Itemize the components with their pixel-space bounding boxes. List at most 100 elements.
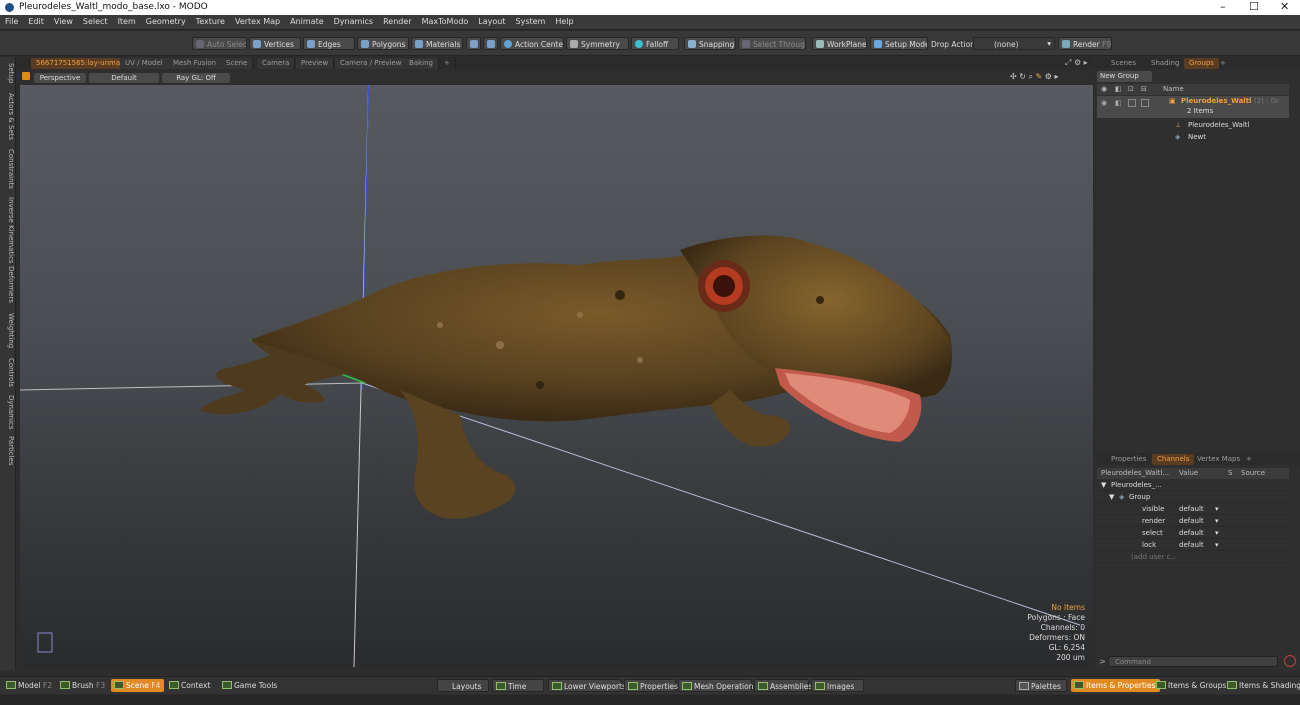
layouts-button[interactable]: Layouts bbox=[437, 679, 489, 692]
tab-uv-model[interactable]: UV / Model bbox=[120, 58, 169, 69]
workplane-button[interactable]: WorkPlane bbox=[812, 37, 867, 50]
minimize-button[interactable]: – bbox=[1220, 0, 1226, 13]
tab-groups[interactable]: Groups bbox=[1184, 58, 1219, 69]
falloff-button[interactable]: Falloff bbox=[631, 37, 679, 50]
menu-file[interactable]: File bbox=[0, 15, 23, 26]
game-tools-tab[interactable]: Game Tools bbox=[219, 679, 281, 692]
expand-arrow-icon[interactable]: ▼ bbox=[1101, 481, 1106, 489]
tab-vertex-maps[interactable]: Vertex Maps bbox=[1192, 454, 1245, 465]
menu-layout[interactable]: Layout bbox=[473, 15, 510, 26]
menu-view[interactable]: View bbox=[49, 15, 78, 26]
menu-dynamics[interactable]: Dynamics bbox=[329, 15, 378, 26]
channel-tree-group[interactable]: ▼ ◈ Group bbox=[1097, 491, 1289, 503]
channel-row[interactable]: render default ▾ bbox=[1097, 515, 1289, 527]
expand-arrow-icon[interactable]: ▼ bbox=[1109, 493, 1114, 501]
tab-dynamics[interactable]: Dynamics bbox=[1, 395, 15, 430]
3d-viewport[interactable]: No Items Polygons : Face Channels: 0 Def… bbox=[20, 85, 1093, 667]
tab-scenes[interactable]: Scenes bbox=[1106, 58, 1141, 69]
tab-constraints[interactable]: Constraints bbox=[1, 149, 15, 189]
model-tab[interactable]: Model F2 bbox=[3, 679, 56, 692]
tab-particles[interactable]: Particles bbox=[1, 435, 15, 467]
menu-edit[interactable]: Edit bbox=[23, 15, 49, 26]
materials-button[interactable]: Materials bbox=[411, 37, 463, 50]
tab-baking[interactable]: Baking bbox=[404, 58, 439, 69]
tab-inverse-kinematics[interactable]: Inverse Kinematics bbox=[1, 197, 15, 264]
items-properties-tab[interactable]: Items & Properties bbox=[1071, 679, 1160, 692]
setup-mode-button[interactable]: Setup Mode bbox=[870, 37, 928, 50]
channel-tree-root[interactable]: ▼ Pleurodeles_... bbox=[1097, 479, 1289, 491]
menu-help[interactable]: Help bbox=[550, 15, 578, 26]
group-child-row[interactable]: ◈ Newt bbox=[1097, 131, 1289, 143]
items-shading-tab[interactable]: Items & Shading bbox=[1224, 679, 1300, 692]
add-tab-button[interactable]: + bbox=[1215, 58, 1231, 69]
tab-properties[interactable]: Properties bbox=[1106, 454, 1151, 465]
shading-button[interactable]: Default bbox=[89, 73, 159, 83]
menu-render[interactable]: Render bbox=[378, 15, 416, 26]
drop-action-select[interactable]: (none) ▾ bbox=[973, 37, 1055, 50]
menu-system[interactable]: System bbox=[511, 15, 551, 26]
chevron-down-icon[interactable]: ▾ bbox=[1215, 505, 1219, 513]
mesh-operations-button[interactable]: Mesh Operations bbox=[678, 679, 757, 692]
group-child-row[interactable]: ⊥ Pleurodeles_Waltl bbox=[1097, 119, 1289, 131]
tab-mesh-fusion[interactable]: Mesh Fusion bbox=[168, 58, 223, 69]
scene-tab[interactable]: Scene F4 bbox=[111, 679, 165, 692]
chevron-down-icon[interactable]: ▾ bbox=[1215, 517, 1219, 525]
menu-texture[interactable]: Texture bbox=[191, 15, 230, 26]
mode-toggle-b[interactable] bbox=[483, 37, 498, 50]
tab-controls[interactable]: Controls bbox=[1, 357, 15, 387]
add-tab-button[interactable]: + bbox=[1241, 454, 1257, 465]
command-input[interactable]: Command bbox=[1108, 656, 1278, 667]
add-user-channel-row[interactable]: (add user c... bbox=[1097, 551, 1289, 563]
channel-value[interactable]: default bbox=[1179, 505, 1204, 513]
auto-select-button[interactable]: Auto Select bbox=[192, 37, 247, 50]
items-groups-tab[interactable]: Items & Groups bbox=[1153, 679, 1230, 692]
new-group-button[interactable]: New Group bbox=[1097, 71, 1152, 82]
time-button[interactable]: Time bbox=[492, 679, 544, 692]
add-tab-button[interactable]: + bbox=[439, 58, 456, 69]
view-type-button[interactable]: Perspective bbox=[34, 73, 86, 83]
record-icon[interactable] bbox=[1284, 655, 1296, 667]
mode-toggle-a[interactable] bbox=[466, 37, 481, 50]
symmetry-button[interactable]: Symmetry bbox=[566, 37, 629, 50]
lock-toggle[interactable] bbox=[1128, 99, 1136, 107]
menu-item[interactable]: Item bbox=[113, 15, 141, 26]
palettes-button[interactable]: Palettes bbox=[1015, 679, 1067, 692]
viewport-menu-icon[interactable] bbox=[22, 72, 30, 80]
tab-weighting[interactable]: Weighting bbox=[1, 313, 15, 349]
select-toggle[interactable] bbox=[1141, 99, 1149, 107]
channel-value[interactable]: default bbox=[1179, 517, 1204, 525]
tab-shading[interactable]: Shading bbox=[1146, 58, 1184, 69]
tab-actors-sets[interactable]: Actors & Sets bbox=[1, 93, 15, 140]
tab-camera[interactable]: Camera bbox=[257, 58, 296, 69]
menu-geometry[interactable]: Geometry bbox=[141, 15, 191, 26]
assemblies-button[interactable]: Assemblies bbox=[754, 679, 812, 692]
tab-deformers[interactable]: Deformers bbox=[1, 265, 15, 303]
polygons-button[interactable]: Polygons bbox=[357, 37, 409, 50]
viewport-options-icon[interactable]: ⤢ ⚙ ▸ bbox=[1065, 58, 1088, 68]
raygl-button[interactable]: Ray GL: Off bbox=[162, 73, 230, 83]
menu-vertex-map[interactable]: Vertex Map bbox=[230, 15, 285, 26]
chevron-down-icon[interactable]: ▾ bbox=[1215, 541, 1219, 549]
channel-row[interactable]: visible default ▾ bbox=[1097, 503, 1289, 515]
select-through-button[interactable]: Select Through bbox=[738, 37, 806, 50]
menu-maxtomodo[interactable]: MaxToModo bbox=[417, 15, 474, 26]
visibility-toggle-icon[interactable]: ◉ bbox=[1101, 99, 1107, 107]
render-toggle-icon[interactable]: ◧ bbox=[1115, 99, 1122, 107]
channel-value[interactable]: default bbox=[1179, 529, 1204, 537]
properties-button[interactable]: Properties bbox=[624, 679, 678, 692]
tab-camera-preview[interactable]: Camera / Preview bbox=[335, 58, 408, 69]
channel-row[interactable]: select default ▾ bbox=[1097, 527, 1289, 539]
vertices-button[interactable]: Vertices bbox=[249, 37, 301, 50]
edges-button[interactable]: Edges bbox=[303, 37, 355, 50]
context-tab[interactable]: Context bbox=[166, 679, 214, 692]
action-center-button[interactable]: Action Center bbox=[500, 37, 564, 50]
viewport-nav-icons[interactable]: ✣ ↻ ⌕ ✎ ⚙ ▸ bbox=[1010, 72, 1059, 82]
chevron-down-icon[interactable]: ▾ bbox=[1215, 529, 1219, 537]
tab-channels[interactable]: Channels bbox=[1152, 454, 1195, 465]
lower-viewports-button[interactable]: Lower Viewports bbox=[548, 679, 626, 692]
brush-tab[interactable]: Brush F3 bbox=[57, 679, 109, 692]
channel-row[interactable]: lock default ▾ bbox=[1097, 539, 1289, 551]
menu-animate[interactable]: Animate bbox=[285, 15, 329, 26]
group-row[interactable]: ◉ ◧ ▣ Pleurodeles_Waltl (2) : Gr 2 Items bbox=[1097, 96, 1289, 118]
images-button[interactable]: Images bbox=[811, 679, 864, 692]
